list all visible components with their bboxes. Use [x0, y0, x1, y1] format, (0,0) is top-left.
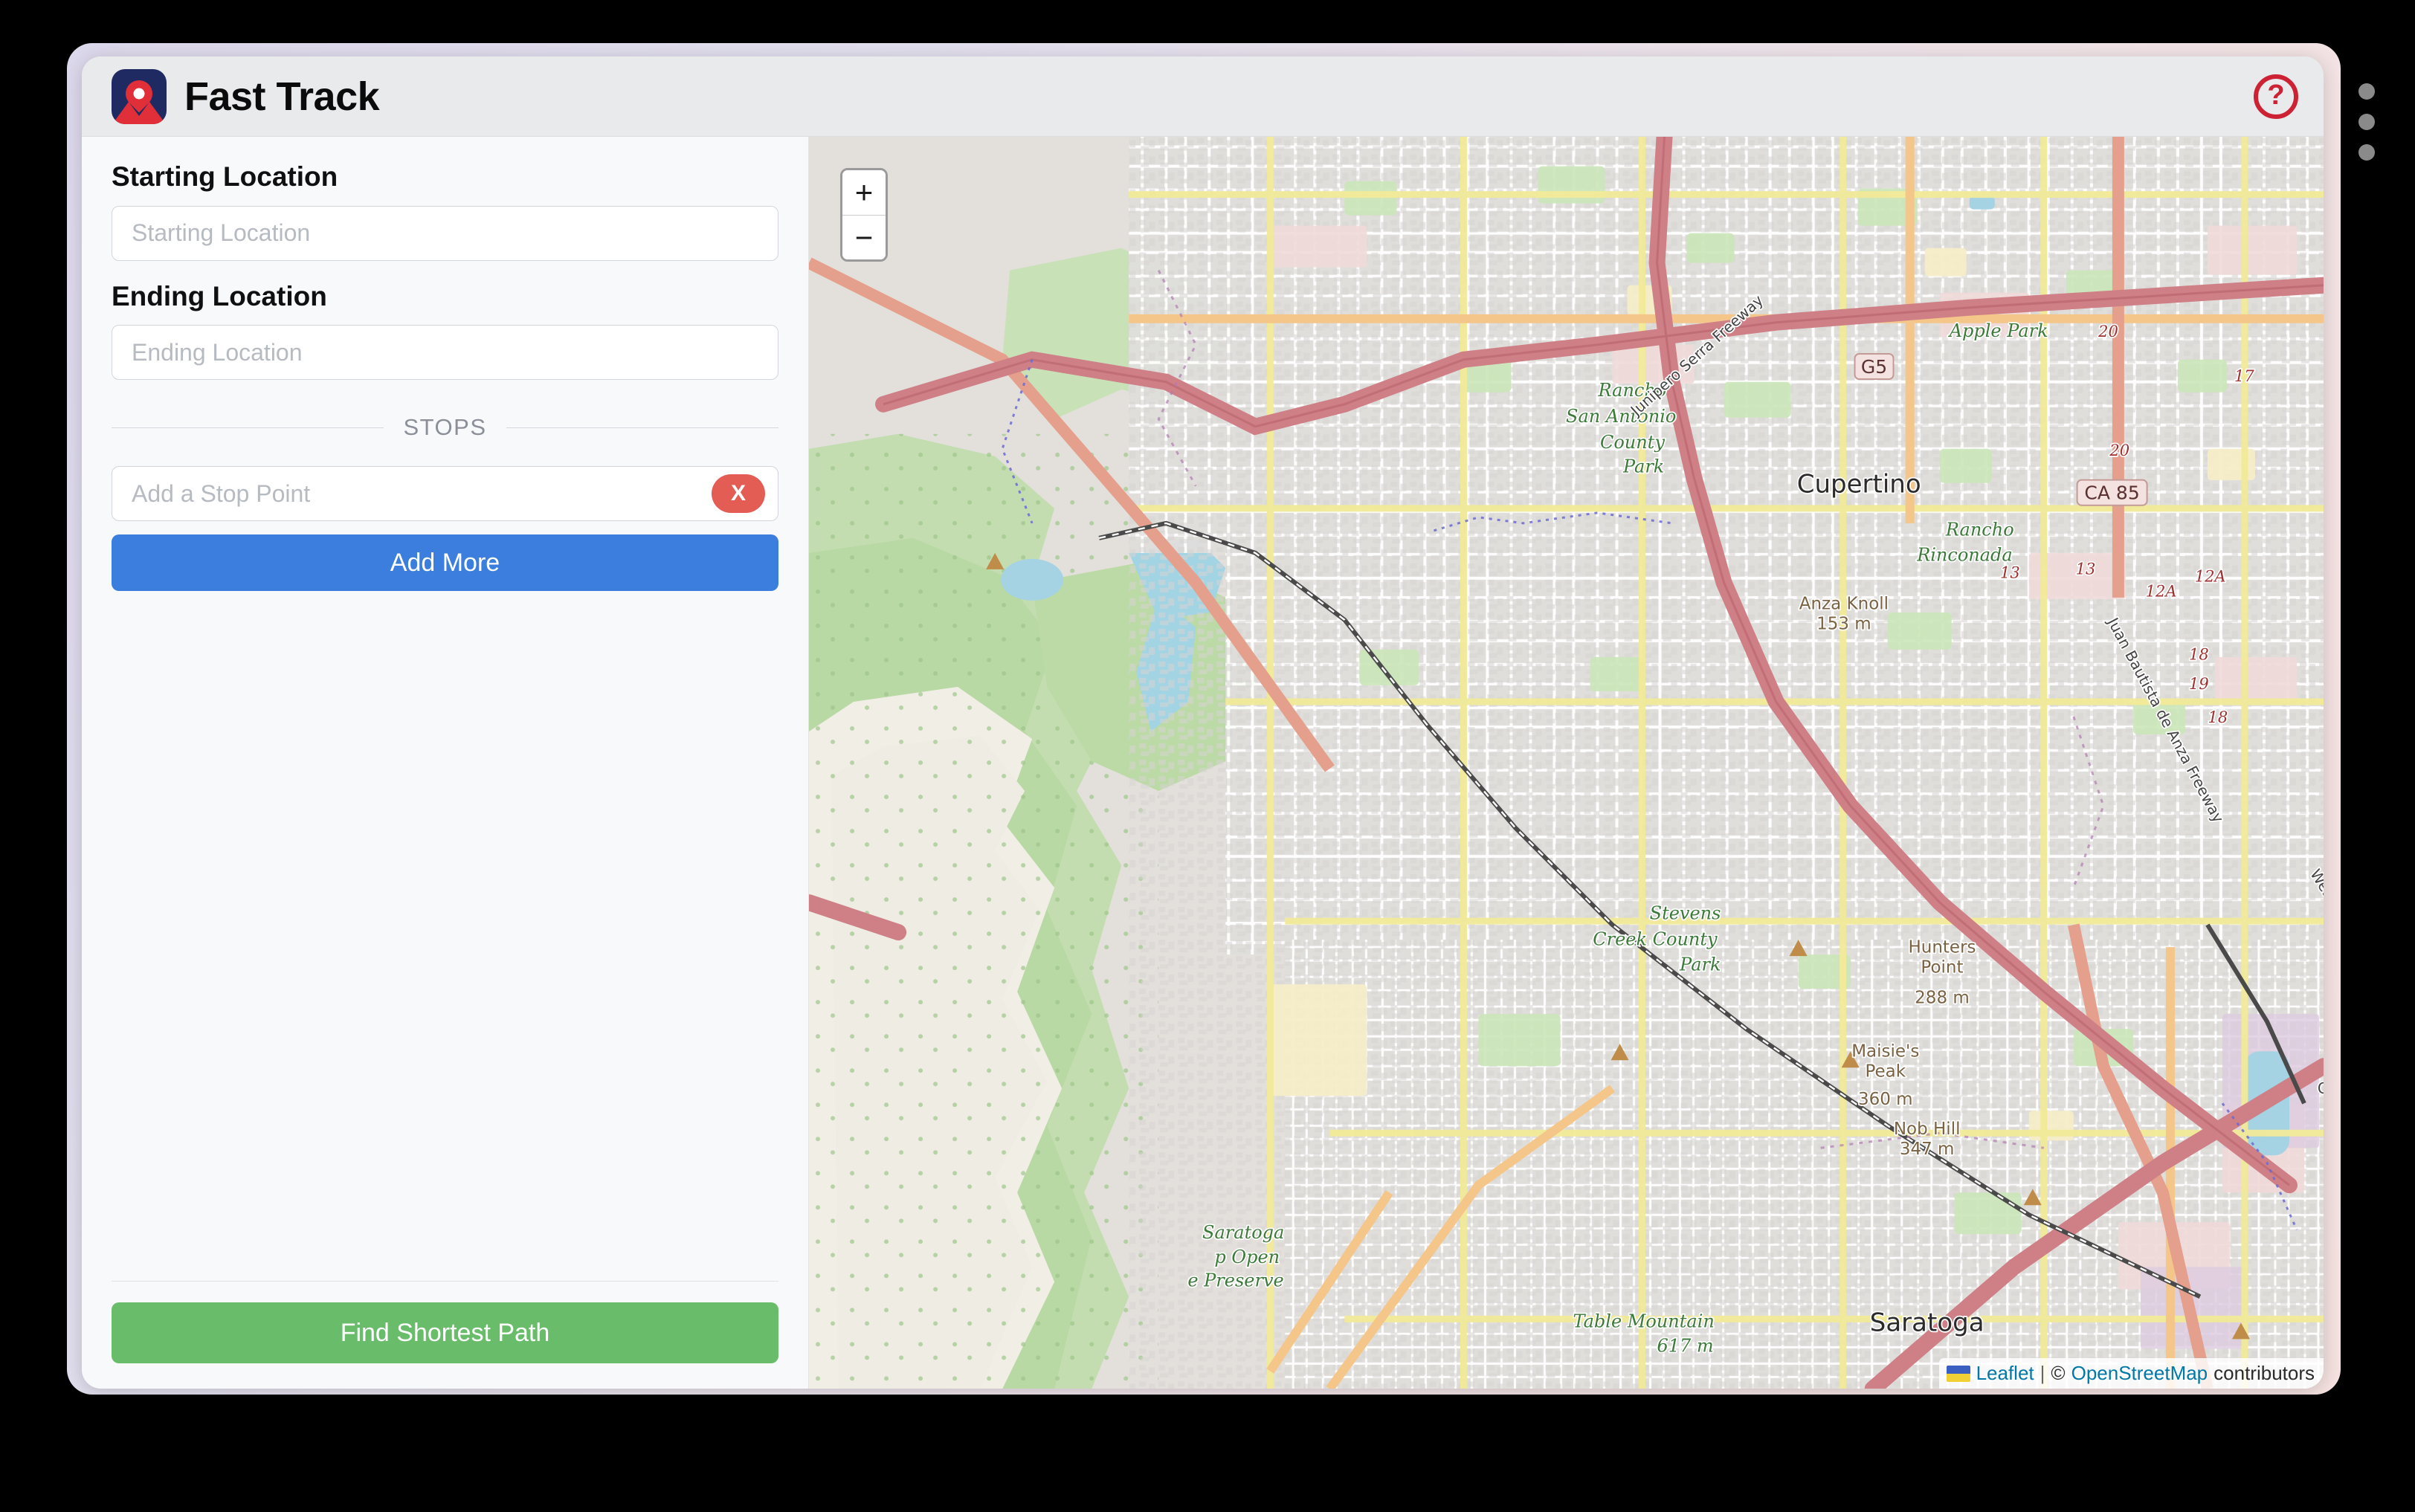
add-more-button[interactable]: Add More [112, 534, 778, 592]
find-shortest-path-button[interactable]: Find Shortest Path [112, 1302, 778, 1363]
map-label-area: Creek County [1593, 929, 1718, 950]
stop-point-row: X [112, 466, 778, 522]
map-label-area: County [1600, 432, 1665, 453]
stops-section-divider: STOPS [112, 414, 778, 441]
ending-location-input[interactable] [112, 325, 778, 381]
map-label-exit: 17 [2234, 366, 2254, 385]
divider-line-left [112, 427, 384, 428]
map-attribution: Leaflet | © OpenStreetMap contributors [1938, 1358, 2324, 1389]
route-form-sidebar: Starting Location Ending Location STOPS … [82, 137, 809, 1389]
map-label-exit: 12A [2146, 581, 2177, 600]
map-label-peak: 360 m [1858, 1090, 1913, 1109]
map-label-area: Stevens [1650, 903, 1721, 924]
grip-dot [2358, 83, 2375, 100]
contributors-text: contributors [2214, 1362, 2315, 1384]
map-label-area: Rinconada [1916, 545, 2013, 566]
help-icon[interactable]: ? [2254, 74, 2298, 119]
map-label-area: Rancho [1945, 520, 2014, 540]
map-label-area: Park [1622, 456, 1664, 477]
window-resize-grip[interactable] [2357, 83, 2376, 161]
field-gap [112, 261, 778, 282]
starting-location-input[interactable] [112, 205, 778, 261]
starting-location-label: Starting Location [112, 161, 338, 192]
stops-divider-label: STOPS [403, 414, 487, 441]
openstreetmap-link[interactable]: OpenStreetMap [2071, 1362, 2208, 1385]
brand: Fast Track [112, 68, 380, 124]
map-label-exit: 20 [2098, 322, 2118, 340]
map-route-shield: CA 85 [2076, 479, 2148, 506]
app-title: Fast Track [184, 74, 380, 119]
map-label-area: Table Mountain [1573, 1311, 1714, 1332]
map-label-peak: Maisie's [1851, 1041, 1919, 1061]
zoom-in-button[interactable]: + [842, 170, 886, 215]
map-tiles[interactable]: Santa ClaraCupertinoSaratogaSan TomasCam… [809, 137, 2324, 1389]
map-label-peak-elevation: 347 m [1900, 1140, 1955, 1159]
sidebar-footer: Find Shortest Path [112, 1281, 778, 1389]
map-label-exit: 19 [2189, 674, 2209, 693]
map-label-peak: Nob Hill [1894, 1120, 1961, 1139]
map-label-area: p Open [1214, 1247, 1280, 1267]
map-label-exit: 13 [2076, 559, 2096, 578]
map-label-exit: 18 [2208, 708, 2228, 726]
fast-track-logo-icon [112, 68, 167, 124]
app-window: Fast Track ? Starting Location Ending Lo… [82, 56, 2324, 1389]
ending-location-label: Ending Location [112, 280, 327, 311]
map-label-exit: 12A [2195, 566, 2226, 585]
map-label-peak: Hunters [1908, 938, 1976, 957]
map-label-peak-elevation: 153 m [1816, 614, 1871, 633]
map-route-shield: G5 [1854, 353, 1895, 381]
map-label-peak: 288 m [1915, 988, 1970, 1007]
stop-point-input[interactable] [112, 466, 778, 522]
divider-line-right [506, 427, 778, 428]
map-label-area: San Antonio [1566, 406, 1676, 427]
attribution-separator: | [2040, 1362, 2045, 1384]
app-body: Starting Location Ending Location STOPS … [82, 137, 2324, 1389]
map-route-shield-label: G5 [1861, 356, 1887, 378]
map-label-area: 617 m [1657, 1336, 1713, 1357]
zoom-out-button[interactable]: − [842, 215, 886, 259]
map-label-area: Apple Park [1948, 320, 2048, 341]
grip-dot [2358, 144, 2375, 161]
map-label-exit: 18 [2189, 644, 2209, 663]
map-label-peak: Anza Knoll [1799, 594, 1889, 613]
map-label-area: e Preserve [1187, 1270, 1283, 1291]
map-label-exit: 20 [2109, 441, 2129, 459]
copyright-symbol: © [2051, 1362, 2066, 1384]
map-label-area: Saratoga [1202, 1222, 1284, 1243]
app-titlebar: Fast Track ? [82, 56, 2324, 137]
map-label-peak-elevation: Point [1921, 958, 1963, 978]
grip-dot [2358, 114, 2375, 130]
map-panel[interactable]: Santa ClaraCupertinoSaratogaSan TomasCam… [809, 137, 2324, 1389]
map-route-shield-label: CA 85 [2084, 482, 2139, 504]
map-label-exit: 13 [2000, 563, 2020, 581]
map-label-city: Cupertino [1797, 470, 1921, 500]
leaflet-link[interactable]: Leaflet [1976, 1362, 2034, 1385]
map-zoom-controls[interactable]: + − [840, 168, 888, 262]
map-label-peak-elevation: Peak [1865, 1062, 1906, 1081]
remove-stop-button[interactable]: X [712, 474, 765, 514]
map-label-street: Cox Avenue [2318, 1079, 2324, 1097]
ukraine-flag-icon [1946, 1365, 1970, 1382]
map-label-city: Saratoga [1870, 1308, 1984, 1338]
map-label-area: Park [1679, 954, 1721, 975]
sidebar-filler [112, 591, 778, 1281]
